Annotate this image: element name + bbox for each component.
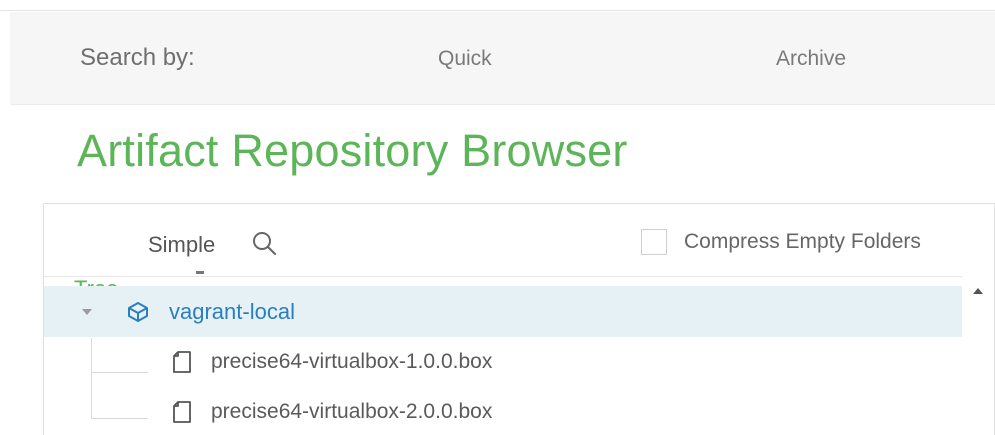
compress-empty-folders-label[interactable]: Compress Empty Folders [684, 230, 921, 254]
tree-scrollbar[interactable] [962, 276, 994, 435]
file-icon [173, 351, 191, 373]
compress-empty-folders-checkbox[interactable] [641, 229, 667, 255]
tab-simple-view[interactable]: Simple [148, 232, 215, 258]
tab-archive-search[interactable]: Archive [776, 47, 846, 71]
tree-node-file[interactable]: precise64-virtualbox-2.0.0.box [44, 388, 962, 435]
search-icon[interactable] [250, 230, 278, 258]
file-icon [173, 401, 191, 423]
scroll-up-arrow-icon[interactable] [972, 286, 984, 296]
repository-cube-icon [128, 302, 148, 322]
tree-node-label[interactable]: vagrant-local [169, 299, 295, 325]
caret-down-icon[interactable] [80, 305, 94, 319]
top-border [0, 0, 995, 11]
repository-browser-panel: Tree Simple Compress Empty Folders vagra… [43, 203, 995, 435]
tree-node-file[interactable]: precise64-virtualbox-1.0.0.box [44, 338, 962, 386]
repository-tree: vagrant-local precise64-virtualbox-1.0.0… [44, 276, 962, 435]
tab-quick-search[interactable]: Quick [438, 47, 492, 71]
search-by-label: Search by: [80, 44, 195, 71]
browser-toolbar: Tree Simple Compress Empty Folders [44, 204, 994, 301]
tab-indicator [196, 271, 204, 274]
search-bar: Search by: Quick Archive [10, 12, 995, 105]
tree-node-label[interactable]: precise64-virtualbox-1.0.0.box [211, 350, 492, 374]
tree-node-vagrant-local[interactable]: vagrant-local [44, 286, 962, 337]
tree-node-label[interactable]: precise64-virtualbox-2.0.0.box [211, 400, 492, 424]
page-title: Artifact Repository Browser [77, 125, 628, 176]
